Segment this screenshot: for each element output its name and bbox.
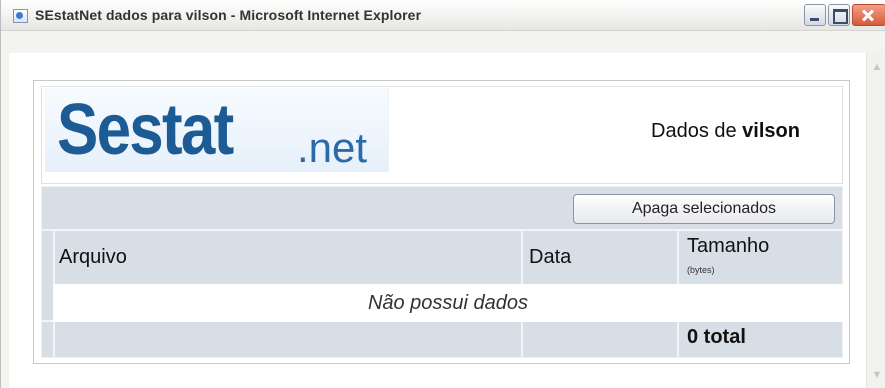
table-divider	[521, 322, 523, 357]
column-header-tamanho[interactable]: Tamanho	[687, 235, 769, 258]
total-size: 0 total	[687, 326, 746, 348]
logo-main-text: Sestat	[57, 90, 234, 170]
table-divider	[41, 229, 843, 231]
logo-suffix-text: .net	[297, 124, 368, 171]
table-divider	[677, 322, 679, 357]
window-title: SEstatNet dados para vilson - Microsoft …	[35, 7, 422, 23]
maximize-icon[interactable]	[828, 4, 850, 26]
user-data-heading: Dados de vilson	[651, 120, 800, 143]
ie-page-icon	[13, 9, 28, 23]
table-divider	[521, 231, 523, 284]
title-bar[interactable]: SEstatNet dados para vilson - Microsoft …	[1, 0, 885, 31]
column-header-data[interactable]: Data	[529, 246, 571, 269]
sestat-logo: Sestat .net	[45, 88, 389, 172]
scroll-down-icon[interactable]: ▼	[869, 367, 885, 383]
browser-window: SEstatNet dados para vilson - Microsoft …	[0, 0, 885, 388]
table-divider	[677, 231, 679, 284]
delete-selected-button[interactable]: Apaga selecionados	[573, 194, 835, 224]
column-unit-bytes: (bytes)	[687, 265, 715, 275]
scroll-up-icon[interactable]: ▲	[869, 59, 885, 75]
close-icon[interactable]	[852, 4, 885, 26]
empty-row: Não possui dados	[53, 284, 843, 322]
vertical-scrollbar[interactable]: ▲ ▼	[866, 53, 885, 388]
empty-message: Não possui dados	[367, 292, 529, 314]
dados-prefix: Dados de	[651, 120, 743, 142]
minimize-icon[interactable]	[804, 4, 826, 26]
column-header-arquivo[interactable]: Arquivo	[59, 246, 127, 269]
username: vilson	[742, 120, 800, 142]
